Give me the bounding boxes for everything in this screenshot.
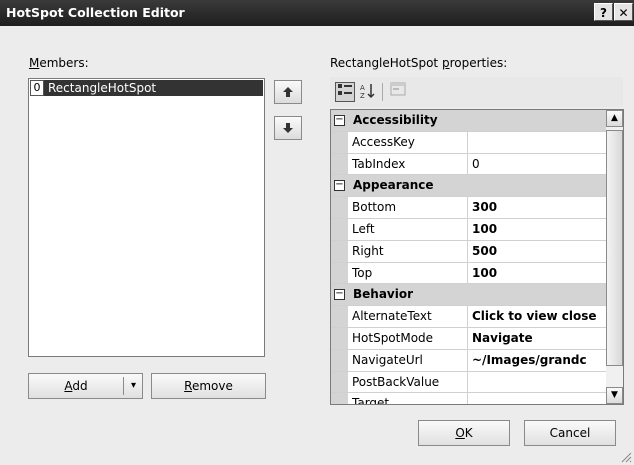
members-label: Members: [29, 56, 89, 70]
row-margin [331, 306, 348, 327]
property-name: Left [348, 218, 468, 240]
properties-label: RectangleHotSpot properties: [330, 56, 508, 70]
property-value[interactable] [468, 131, 607, 153]
remove-button[interactable]: Remove [151, 373, 266, 399]
property-grid[interactable]: − Accessibility AccessKey TabIndex 0− Appeara… [330, 109, 624, 405]
window-title: HotSpot Collection Editor [6, 5, 185, 20]
scrollbar[interactable]: ▲ ▼ [606, 110, 623, 404]
property-row[interactable]: Right 500 [331, 240, 607, 263]
row-margin [331, 327, 348, 349]
property-value[interactable]: ~/Images/grandc [468, 349, 607, 371]
close-button[interactable]: ✕ [614, 3, 633, 21]
property-row[interactable]: PostBackValue [331, 371, 607, 394]
property-name: Bottom [348, 197, 468, 218]
property-pages-icon[interactable] [388, 82, 408, 102]
scroll-up-icon[interactable]: ▲ [606, 110, 623, 127]
property-value[interactable]: 100 [468, 218, 607, 240]
property-row[interactable]: Top 100 [331, 262, 607, 285]
row-margin [331, 393, 348, 404]
property-value[interactable] [468, 393, 607, 404]
row-margin [331, 240, 348, 262]
ok-button[interactable]: OK [418, 420, 510, 446]
collapse-icon[interactable]: − [334, 115, 345, 126]
property-row[interactable]: NavigateUrl ~/Images/grandc [331, 349, 607, 372]
property-value[interactable]: 500 [468, 240, 607, 262]
scroll-down-icon[interactable]: ▼ [606, 387, 623, 404]
property-row[interactable]: HotSpotMode Navigate [331, 327, 607, 350]
property-value[interactable]: Click to view close [468, 306, 607, 327]
categorized-icon[interactable] [335, 82, 355, 102]
property-row[interactable]: AccessKey [331, 131, 607, 154]
property-row[interactable]: Left 100 [331, 218, 607, 241]
property-name: TabIndex [348, 153, 468, 175]
row-margin [331, 153, 348, 175]
property-grid-rows: − Accessibility AccessKey TabIndex 0− Appeara… [331, 110, 607, 404]
property-value[interactable]: 0 [468, 153, 607, 175]
category-row[interactable]: − Appearance [331, 175, 607, 198]
property-name: PostBackValue [348, 371, 468, 393]
property-name: HotSpotMode [348, 327, 468, 349]
scroll-thumb[interactable] [606, 130, 623, 366]
move-up-button[interactable] [274, 80, 302, 104]
move-down-button[interactable] [274, 116, 302, 140]
collapse-icon[interactable]: − [334, 289, 345, 301]
property-value[interactable]: Navigate [468, 327, 607, 349]
category-row[interactable]: − Accessibility [331, 110, 607, 132]
help-button[interactable]: ? [594, 3, 613, 21]
property-value[interactable]: 300 [468, 197, 607, 218]
property-value[interactable]: 100 [468, 262, 607, 284]
category-label: Accessibility [353, 113, 438, 127]
members-list[interactable]: 0 RectangleHotSpot [28, 78, 265, 357]
category-label: Appearance [353, 178, 434, 193]
property-name: AlternateText [348, 306, 468, 327]
properties-toolbar: AZ [330, 77, 623, 107]
cancel-button[interactable]: Cancel [524, 420, 616, 446]
category-row[interactable]: − Behavior [331, 284, 607, 307]
property-row[interactable]: TabIndex 0 [331, 153, 607, 176]
property-name: Right [348, 240, 468, 262]
property-name: Top [348, 262, 468, 284]
row-margin [331, 218, 348, 240]
resize-grip-icon[interactable] [620, 451, 632, 463]
alphabetical-icon[interactable]: AZ [358, 82, 378, 102]
arrow-down-icon [283, 123, 293, 133]
row-margin [331, 349, 348, 371]
chevron-down-icon[interactable]: ▾ [125, 374, 142, 398]
row-margin [331, 197, 348, 218]
property-name: Target [348, 393, 468, 404]
collapse-icon[interactable]: − [334, 180, 345, 192]
arrow-up-icon [283, 87, 293, 97]
row-margin [331, 131, 348, 153]
row-margin [331, 262, 348, 284]
member-label: RectangleHotSpot [44, 80, 263, 96]
property-value[interactable] [468, 371, 607, 393]
row-margin [331, 371, 348, 393]
property-row[interactable]: Bottom 300 [331, 197, 607, 219]
property-row[interactable]: AlternateText Click to view close [331, 306, 607, 328]
add-button[interactable]: Add ▾ [28, 373, 143, 399]
list-item[interactable]: 0 RectangleHotSpot [30, 80, 263, 96]
property-name: NavigateUrl [348, 349, 468, 371]
svg-text:A: A [360, 84, 365, 92]
svg-text:Z: Z [360, 92, 365, 100]
title-bar: HotSpot Collection Editor ? ✕ [0, 0, 634, 26]
category-label: Behavior [353, 287, 414, 302]
member-index: 0 [30, 80, 44, 96]
property-name: AccessKey [348, 131, 468, 153]
property-row[interactable]: Target [331, 393, 607, 404]
